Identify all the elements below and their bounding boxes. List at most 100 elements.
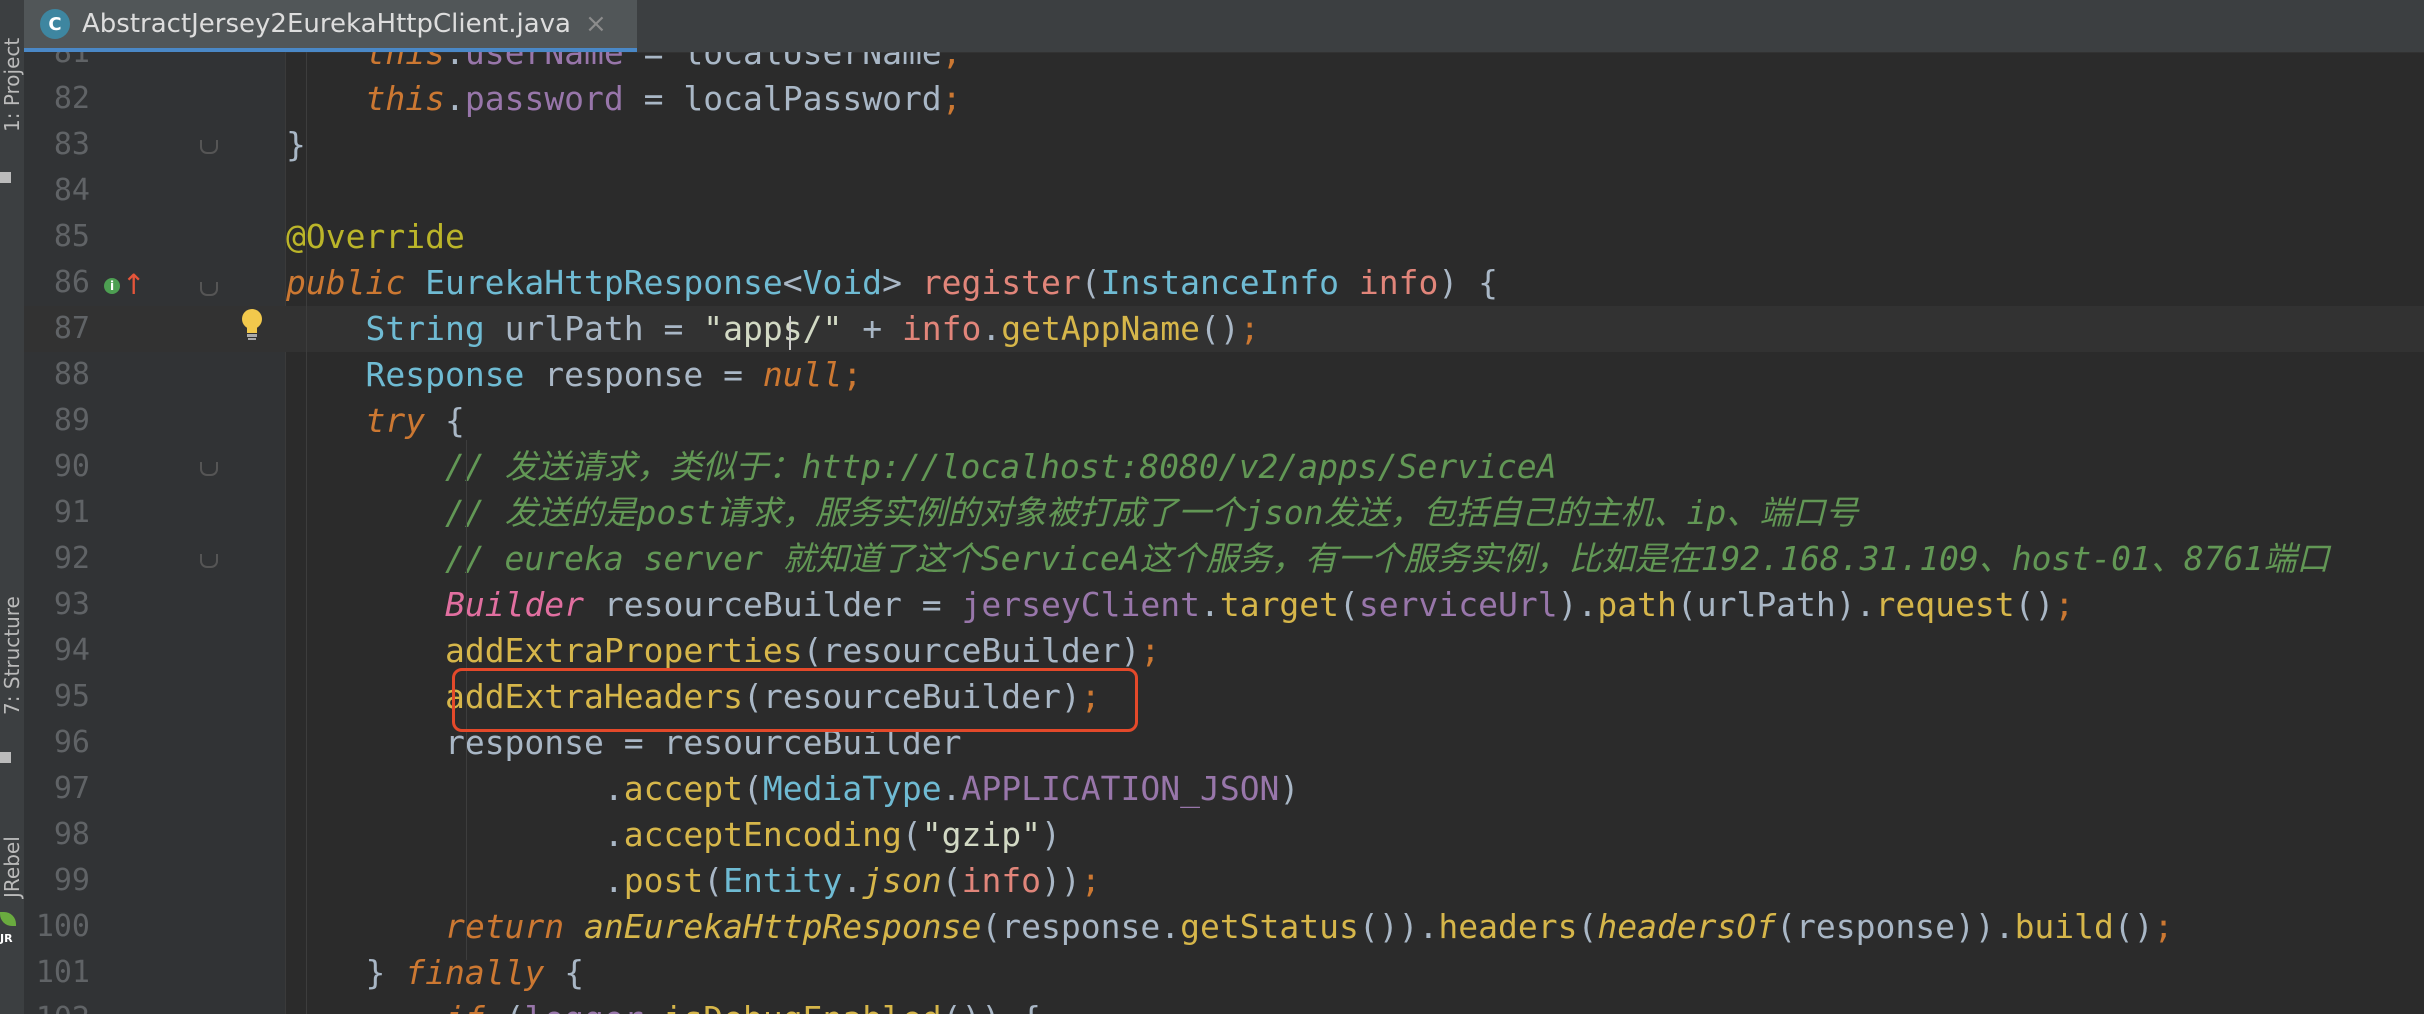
code-text: // 发送的是post请求，服务实例的对象被打成了一个json发送，包括自己的主… — [286, 490, 1858, 536]
close-icon[interactable]: × — [585, 9, 607, 39]
line-number: 87 — [53, 311, 90, 346]
code-token: (resourceBuilder) — [802, 631, 1141, 670]
code-token: @Override — [286, 217, 465, 256]
code-token: // 发送请求，类似于：http://localhost:8080/v2/app… — [444, 447, 1557, 486]
code-token: ; — [941, 52, 962, 72]
code-token: . — [444, 52, 465, 72]
code-token: info — [901, 309, 982, 348]
code-token: info — [961, 861, 1042, 900]
code-token: // eureka server 就知道了这个ServiceA这个服务，有一个服… — [444, 539, 2330, 578]
code-line[interactable]: 85 @Override — [24, 214, 2424, 260]
code-line[interactable]: 96 response = resourceBuilder — [24, 720, 2424, 766]
code-line[interactable]: 91 // 发送的是post请求，服务实例的对象被打成了一个json发送，包括自… — [24, 490, 2424, 536]
code-line[interactable]: 86 public EurekaHttpResponse<Void> regist… — [24, 260, 2424, 306]
code-token: ; — [941, 79, 962, 118]
code-text: } — [286, 122, 306, 168]
code-line[interactable]: 89 try { — [24, 398, 2424, 444]
code-token: Entity — [723, 861, 843, 900]
code-token: addExtraProperties — [444, 631, 803, 670]
fold-start-icon[interactable] — [200, 282, 218, 296]
code-token: < — [782, 263, 803, 302]
override-arrow-icon[interactable]: ↑ — [122, 270, 145, 300]
code-line[interactable]: 83} — [24, 122, 2424, 168]
code-line[interactable]: 87 String urlPath = "apps/" + info.getAp… — [24, 306, 2424, 352]
code-token: urlPath = — [504, 309, 704, 348]
lightbulb-icon[interactable] — [238, 306, 266, 342]
code-line[interactable]: 92 // eureka server 就知道了这个ServiceA这个服务，有… — [24, 536, 2424, 582]
code-token: anEurekaHttpResponse — [584, 907, 982, 946]
code-line[interactable]: 84 — [24, 168, 2424, 214]
code-line[interactable]: 100 return anEurekaHttpResponse(response… — [24, 904, 2424, 950]
code-token: + — [842, 309, 902, 348]
code-token: path — [1597, 585, 1677, 624]
fold-end-icon[interactable] — [200, 140, 218, 154]
code-token: )) — [1041, 861, 1081, 900]
line-number: 82 — [53, 81, 90, 116]
code-line[interactable]: 81 this.userName = localUserName; — [24, 52, 2424, 76]
code-token: resourceBuilder = — [603, 585, 962, 624]
code-token: (response. — [981, 907, 1181, 946]
code-token: "apps/" — [703, 309, 843, 348]
line-number: 101 — [35, 955, 90, 990]
line-number: 97 — [53, 771, 90, 806]
code-token: accept — [623, 769, 743, 808]
highlight-annotation-box — [452, 668, 1138, 732]
code-token: ; — [1140, 631, 1161, 670]
code-token: "gzip" — [921, 815, 1042, 854]
code-token: ()) { — [942, 999, 1041, 1014]
line-number: 91 — [53, 495, 90, 530]
code-token: . — [1199, 585, 1220, 624]
code-line[interactable]: 82 this.password = localPassword; — [24, 76, 2424, 122]
code-token: MediaType — [762, 769, 942, 808]
code-token: Void — [802, 263, 883, 302]
line-number: 92 — [53, 541, 90, 576]
line-number: 83 — [53, 127, 90, 162]
code-token: . — [644, 999, 664, 1014]
comment-fold-end-icon[interactable] — [200, 554, 218, 568]
code-token: target — [1219, 585, 1340, 624]
indent-guide — [306, 52, 307, 1014]
code-line[interactable]: 102 if (logger.isDebugEnabled()) { — [24, 996, 2424, 1014]
code-line[interactable]: 101 } finally { — [24, 950, 2424, 996]
code-line[interactable]: 99 .post(Entity.json(info)); — [24, 858, 2424, 904]
code-text: // eureka server 就知道了这个ServiceA这个服务，有一个服… — [286, 536, 2329, 582]
code-text: .accept(MediaType.APPLICATION_JSON) — [286, 766, 1299, 812]
line-number: 88 — [53, 357, 90, 392]
line-number: 99 — [53, 863, 90, 898]
code-line[interactable]: 93 Builder resourceBuilder = jerseyClien… — [24, 582, 2424, 628]
code-token: null — [762, 355, 843, 394]
code-line[interactable]: 88 Response response = null; — [24, 352, 2424, 398]
comment-fold-start-icon[interactable] — [200, 462, 218, 476]
code-token: post — [623, 861, 704, 900]
code-token: ; — [1080, 861, 1101, 900]
code-token: response = — [544, 355, 763, 394]
code-text: this.userName = localUserName; — [286, 52, 962, 76]
code-token: jerseyClient — [961, 585, 1200, 624]
code-token: ( — [703, 861, 724, 900]
line-number: 98 — [53, 817, 90, 852]
code-token: String — [365, 309, 505, 348]
override-indicator-icon[interactable]: i — [104, 278, 120, 294]
code-line[interactable]: 94 addExtraProperties(resourceBuilder); — [24, 628, 2424, 674]
code-line[interactable]: 90 // 发送请求，类似于：http://localhost:8080/v2/… — [24, 444, 2424, 490]
code-line[interactable]: 97 .accept(MediaType.APPLICATION_JSON) — [24, 766, 2424, 812]
code-token: . — [941, 769, 962, 808]
code-text: if (logger.isDebugEnabled()) { — [286, 996, 1041, 1014]
code-editor[interactable]: 81 this.userName = localUserName; 82 this… — [0, 52, 2424, 1014]
code-line[interactable]: 95 addExtraHeaders(resourceBuilder); — [24, 674, 2424, 720]
code-text: public EurekaHttpResponse<Void> register… — [286, 260, 1498, 306]
code-text: try { — [286, 398, 464, 444]
editor-tab-active[interactable]: C AbstractJersey2EurekaHttpClient.java × — [24, 0, 637, 52]
code-token: logger — [524, 999, 643, 1014]
code-token: APPLICATION_JSON — [961, 769, 1280, 808]
code-token: isDebugEnabled — [664, 999, 942, 1014]
code-line[interactable]: 98 .acceptEncoding("gzip") — [24, 812, 2424, 858]
